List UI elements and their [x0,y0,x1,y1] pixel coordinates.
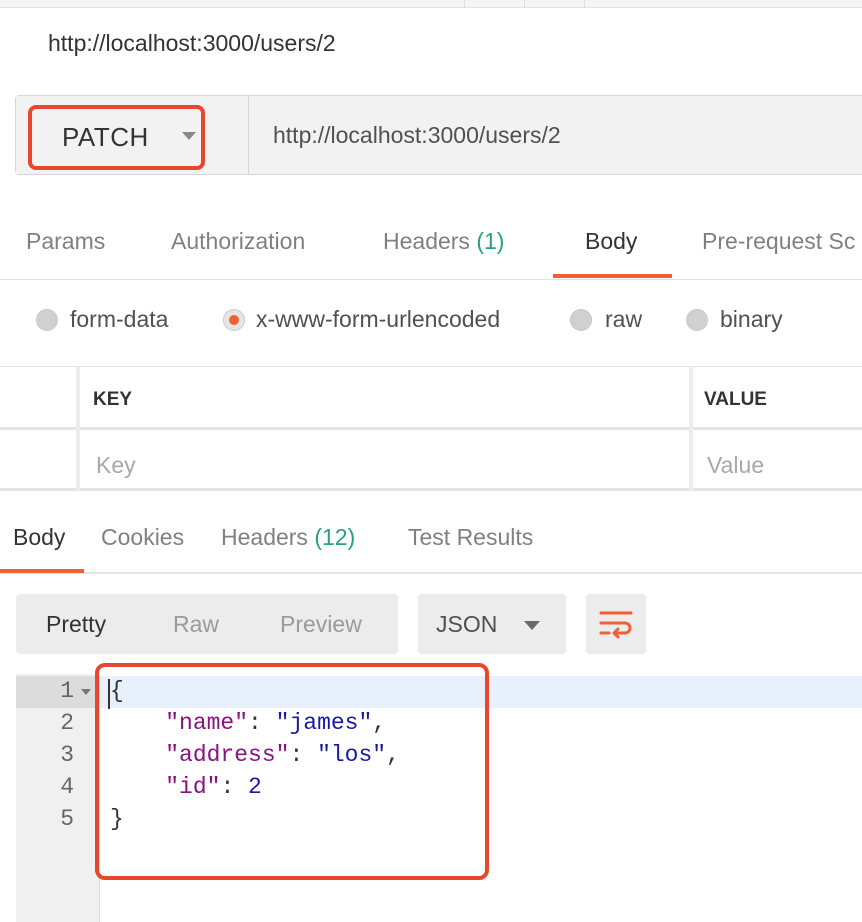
tab-label: Headers [383,228,470,254]
tab-body[interactable]: Body [585,228,637,255]
tab-label: Test Results [408,524,534,550]
tab-label: Body [585,228,638,254]
radio-label-form-data[interactable]: form-data [70,306,168,333]
line-number: 2 [60,710,74,736]
tab-divider [464,0,465,8]
response-headers-count: (12) [314,524,356,550]
radio-label-x-www-form-urlencoded[interactable]: x-www-form-urlencoded [256,306,500,333]
headers-count: (1) [476,228,505,254]
value-input[interactable]: Value [707,452,764,479]
value-column-header: VALUE [704,389,767,410]
language-select[interactable]: JSON [418,594,566,654]
raw-button[interactable]: Raw [173,611,219,638]
tab-label: Authorization [171,228,306,254]
url-input[interactable]: http://localhost:3000/users/2 [273,122,561,149]
response-tab-test-results[interactable]: Test Results [408,524,533,551]
line-number: 4 [60,774,74,800]
request-title[interactable]: http://localhost:3000/users/2 [48,30,336,57]
request-tabs: Params Authorization Headers (1) Body Pr… [0,200,862,280]
response-tab-cookies[interactable]: Cookies [101,524,184,551]
radio-label-raw[interactable]: raw [605,306,642,333]
tab-params[interactable]: Params [26,228,105,255]
tab-authorization[interactable]: Authorization [171,228,305,255]
response-tab-body[interactable]: Body [13,524,65,551]
line-number: 3 [60,742,74,768]
radio-binary[interactable] [686,309,708,331]
tab-label: Cookies [101,524,185,550]
active-tab-indicator [553,274,672,278]
key-column-header: KEY [93,389,133,410]
table-row: Key Value [0,430,862,491]
fold-toggle-icon[interactable] [81,689,91,695]
column-divider [76,366,80,491]
tab-pre-request-script[interactable]: Pre-request Sc [702,228,855,255]
tab-label: Pre-request Sc [702,228,856,254]
radio-form-data[interactable] [36,309,58,331]
line-number: 1 [60,678,74,704]
column-divider [689,366,693,491]
tab-label: Params [26,228,106,254]
language-label: JSON [436,611,498,637]
response-tab-headers[interactable]: Headers (12) [221,524,355,551]
wrap-lines-button[interactable] [586,594,646,654]
method-highlight-box [28,105,205,170]
preview-button[interactable]: Preview [280,611,362,638]
line-number: 5 [60,806,74,832]
response-body-highlight-box [95,663,489,880]
radio-label-binary[interactable]: binary [720,306,783,333]
body-type-selector: form-data x-www-form-urlencoded raw bina… [0,296,862,344]
key-value-table: KEY VALUE Key Value [0,366,862,491]
active-tab-indicator [0,569,84,573]
format-toggle-group: Pretty Raw Preview [16,594,398,654]
top-tab-strip [0,0,862,8]
wrap-lines-icon [599,611,633,639]
key-input[interactable]: Key [96,452,136,479]
radio-x-www-form-urlencoded[interactable] [223,309,245,331]
radio-raw[interactable] [570,309,592,331]
response-tabs: Body Cookies Headers (12) Test Results [0,508,862,574]
table-header-row: KEY VALUE [0,366,862,430]
chevron-down-icon [524,621,540,630]
tab-label: Body [13,524,66,550]
tab-headers[interactable]: Headers (1) [383,228,504,255]
tab-divider [584,0,585,8]
tab-label: Headers [221,524,308,550]
pretty-button[interactable]: Pretty [46,611,106,638]
tab-divider [524,0,525,8]
